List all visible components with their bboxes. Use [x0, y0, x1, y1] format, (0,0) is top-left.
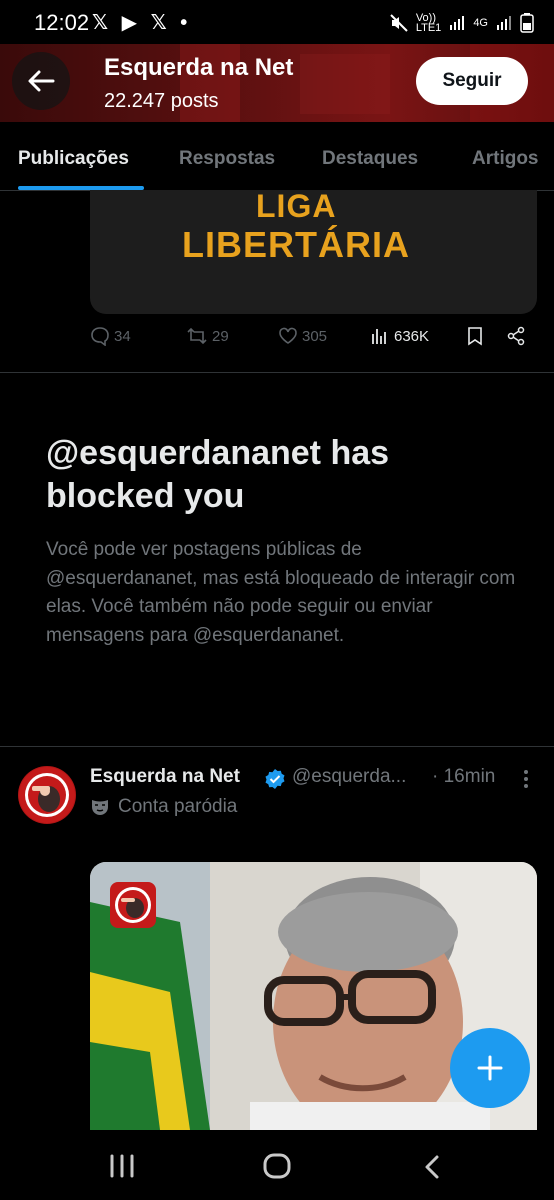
home-icon[interactable] — [262, 1152, 292, 1180]
status-indicators: Vo)) LTE1 4G — [390, 12, 534, 34]
liga-text-line2: LIBERTÁRIA — [182, 224, 410, 265]
plus-icon — [477, 1055, 503, 1081]
tweet-author-name[interactable]: Esquerda na Net — [90, 766, 240, 788]
back-button[interactable] — [12, 52, 70, 110]
like-button[interactable]: 305 — [278, 326, 327, 346]
mute-icon — [390, 14, 408, 32]
status-bar: 12:02 𝕏 ▶ 𝕏 • Vo)) LTE1 4G — [0, 0, 554, 44]
tweet-timestamp: · 16min — [432, 766, 496, 787]
reply-icon — [91, 327, 109, 346]
parody-text: Conta paródia — [118, 796, 238, 817]
post-actions: 34 29 305 636K — [90, 326, 540, 356]
share-button[interactable] — [506, 326, 526, 346]
bookmark-button[interactable] — [466, 326, 484, 346]
views-count: 636K — [394, 327, 430, 345]
theater-mask-icon — [92, 800, 108, 815]
tab-destaques[interactable]: Destaques — [322, 148, 418, 170]
post-count: 22.247 posts — [104, 90, 219, 112]
tab-respostas[interactable]: Respostas — [179, 148, 275, 170]
notification-icons: 𝕏 ▶ 𝕏 • — [92, 12, 192, 34]
compose-button[interactable] — [450, 1028, 530, 1108]
arrow-left-icon — [28, 70, 55, 92]
verified-badge-icon — [265, 769, 285, 789]
parody-label: Conta paródia — [90, 796, 237, 818]
watermark-logo — [110, 882, 156, 928]
system-nav-bar — [0, 1130, 554, 1200]
signal-icon-2 — [497, 16, 511, 30]
heart-icon — [279, 327, 297, 344]
divider — [0, 746, 554, 747]
tweet-author-handle[interactable]: @esquerda... — [292, 766, 406, 788]
views-button[interactable]: 636K — [370, 326, 429, 346]
divider — [0, 372, 554, 373]
follow-button[interactable]: Seguir — [416, 57, 528, 105]
reply-button[interactable]: 34 — [90, 326, 131, 346]
repost-button[interactable]: 29 — [186, 326, 229, 346]
like-count: 305 — [302, 327, 328, 345]
back-nav-icon[interactable] — [422, 1154, 442, 1180]
4g-label: 4G — [473, 17, 488, 29]
battery-icon — [520, 13, 534, 33]
tab-publicacoes[interactable]: Publicações — [18, 148, 129, 170]
profile-name: Esquerda na Net — [104, 54, 294, 81]
blocked-title: @esquerdananet has blocked you — [46, 434, 390, 515]
status-time: 12:02 — [34, 10, 90, 35]
liga-text-line1: LIGA — [256, 188, 337, 224]
lte-label: LTE1 — [415, 22, 442, 34]
signal-icon — [450, 16, 465, 30]
profile-tabs: Publicações Respostas Destaques Artigos — [0, 122, 554, 191]
bookmark-icon — [468, 327, 482, 346]
avatar[interactable] — [18, 766, 76, 824]
more-options-icon[interactable] — [518, 768, 534, 790]
repost-count: 29 — [212, 327, 229, 345]
tab-artigos[interactable]: Artigos — [472, 148, 539, 170]
recent-apps-icon[interactable] — [108, 1154, 136, 1178]
reply-count: 34 — [114, 327, 131, 345]
views-icon — [372, 329, 386, 344]
avatar-logo-icon — [19, 767, 75, 823]
repost-icon — [187, 327, 207, 345]
blocked-message: Você pode ver postagens públicas de @esq… — [46, 539, 516, 646]
share-icon — [507, 326, 525, 346]
